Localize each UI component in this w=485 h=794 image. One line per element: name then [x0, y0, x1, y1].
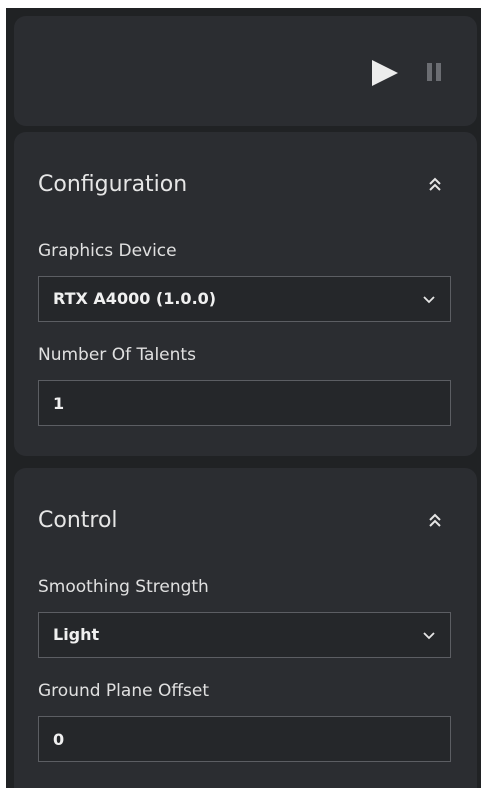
- control-collapse-button[interactable]: [422, 508, 448, 534]
- graphics-device-select[interactable]: RTX A4000 (1.0.0): [38, 276, 451, 322]
- playback-panel: [14, 16, 477, 126]
- ground-plane-offset-label: Ground Plane Offset: [38, 681, 210, 701]
- configuration-panel: Configuration Graphics Device RTX A4000 …: [14, 132, 477, 456]
- number-of-talents-input[interactable]: [38, 380, 451, 426]
- smoothing-strength-value: Light: [53, 625, 100, 644]
- play-icon: [372, 60, 398, 86]
- configuration-title: Configuration: [38, 172, 188, 197]
- pause-icon: [427, 63, 441, 81]
- chevron-down-icon: [423, 632, 435, 640]
- smoothing-strength-select[interactable]: Light: [38, 612, 451, 658]
- play-button[interactable]: [368, 56, 402, 90]
- control-title: Control: [38, 508, 118, 533]
- chevron-double-up-icon: [429, 513, 441, 527]
- control-panel: Control Smoothing Strength Light Ground …: [14, 468, 477, 788]
- graphics-device-label: Graphics Device: [38, 241, 177, 261]
- configuration-collapse-button[interactable]: [422, 172, 448, 198]
- ground-plane-offset-input[interactable]: [38, 716, 451, 762]
- pause-button[interactable]: [424, 60, 444, 84]
- smoothing-strength-label: Smoothing Strength: [38, 577, 209, 597]
- app-window: Configuration Graphics Device RTX A4000 …: [6, 8, 481, 788]
- chevron-double-up-icon: [429, 177, 441, 191]
- number-of-talents-label: Number Of Talents: [38, 345, 196, 365]
- chevron-down-icon: [423, 296, 435, 304]
- graphics-device-value: RTX A4000 (1.0.0): [53, 289, 217, 308]
